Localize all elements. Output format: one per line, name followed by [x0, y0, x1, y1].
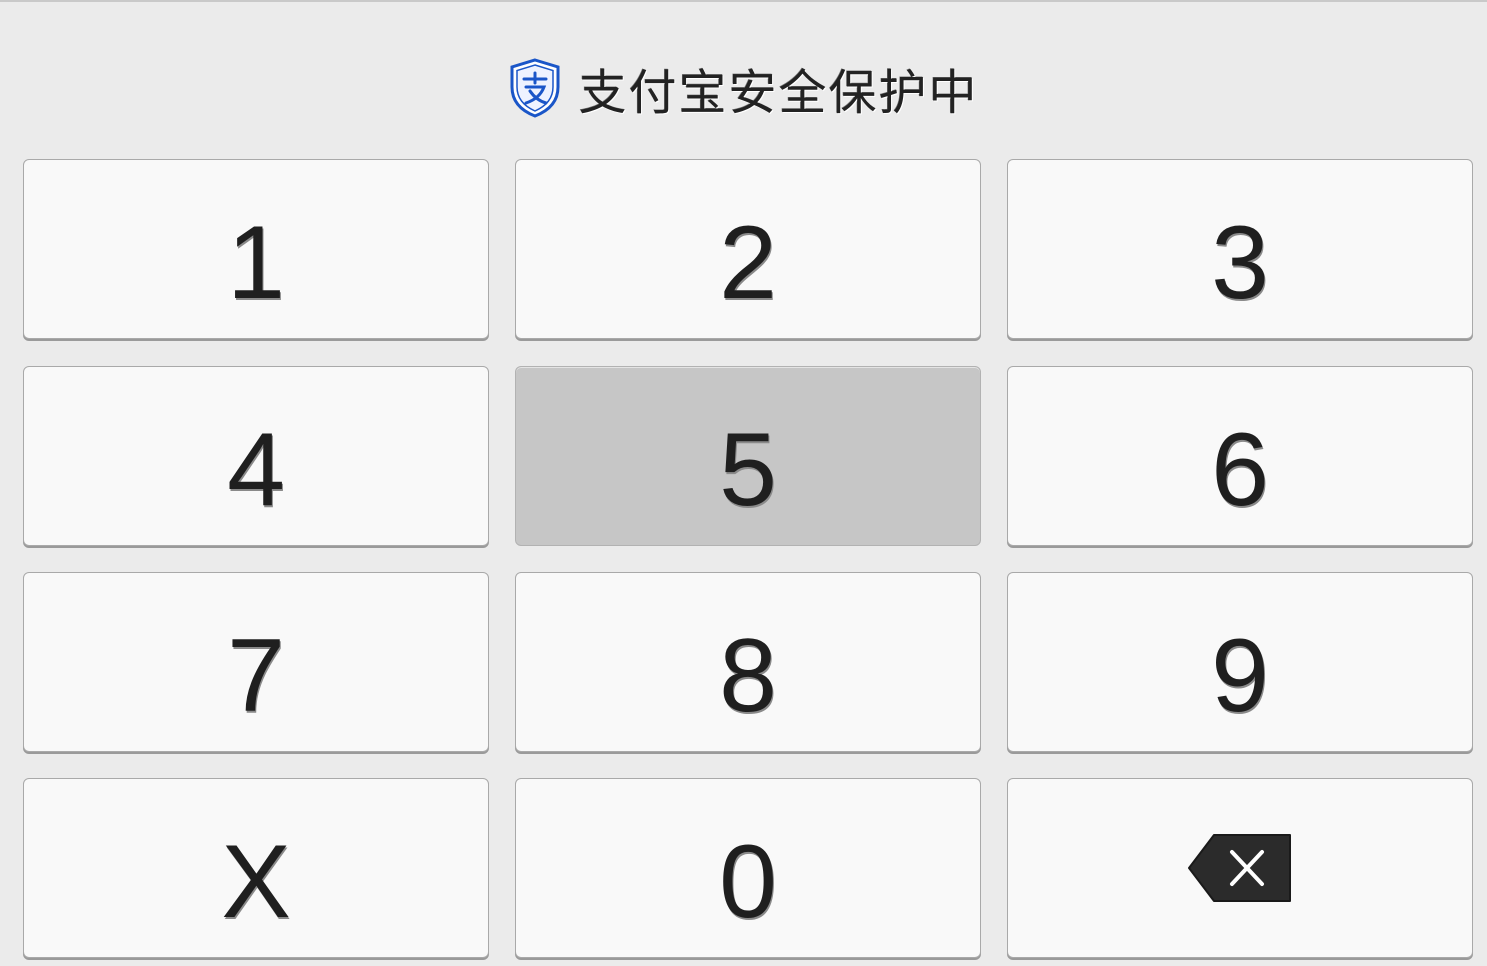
key-x[interactable]: X — [23, 778, 489, 958]
key-label: 3 — [1211, 205, 1269, 321]
key-label: 7 — [227, 618, 285, 734]
key-3[interactable]: 3 — [1007, 159, 1473, 339]
key-6[interactable]: 6 — [1007, 366, 1473, 546]
key-label: 6 — [1211, 412, 1269, 528]
secure-keypad-panel: 支付宝安全保护中 1 2 3 4 5 6 7 8 9 X 0 — [0, 0, 1487, 966]
key-4[interactable]: 4 — [23, 366, 489, 546]
key-8[interactable]: 8 — [515, 572, 981, 752]
key-label: 8 — [719, 618, 777, 734]
backspace-icon — [1186, 832, 1294, 904]
key-label: 1 — [227, 205, 285, 321]
security-header: 支付宝安全保护中 — [0, 48, 1487, 128]
key-label: 4 — [227, 412, 285, 528]
key-label: 9 — [1211, 618, 1269, 734]
key-label: 0 — [719, 824, 777, 940]
key-5[interactable]: 5 — [515, 366, 981, 546]
key-label: 5 — [719, 412, 777, 528]
key-1[interactable]: 1 — [23, 159, 489, 339]
key-label: 2 — [719, 205, 777, 321]
top-strip — [0, 2, 1487, 12]
alipay-shield-icon — [508, 57, 562, 119]
backspace-key[interactable] — [1007, 778, 1473, 958]
key-2[interactable]: 2 — [515, 159, 981, 339]
key-label: X — [221, 824, 291, 940]
security-title: 支付宝安全保护中 — [578, 65, 979, 121]
key-9[interactable]: 9 — [1007, 572, 1473, 752]
key-0[interactable]: 0 — [515, 778, 981, 958]
key-7[interactable]: 7 — [23, 572, 489, 752]
